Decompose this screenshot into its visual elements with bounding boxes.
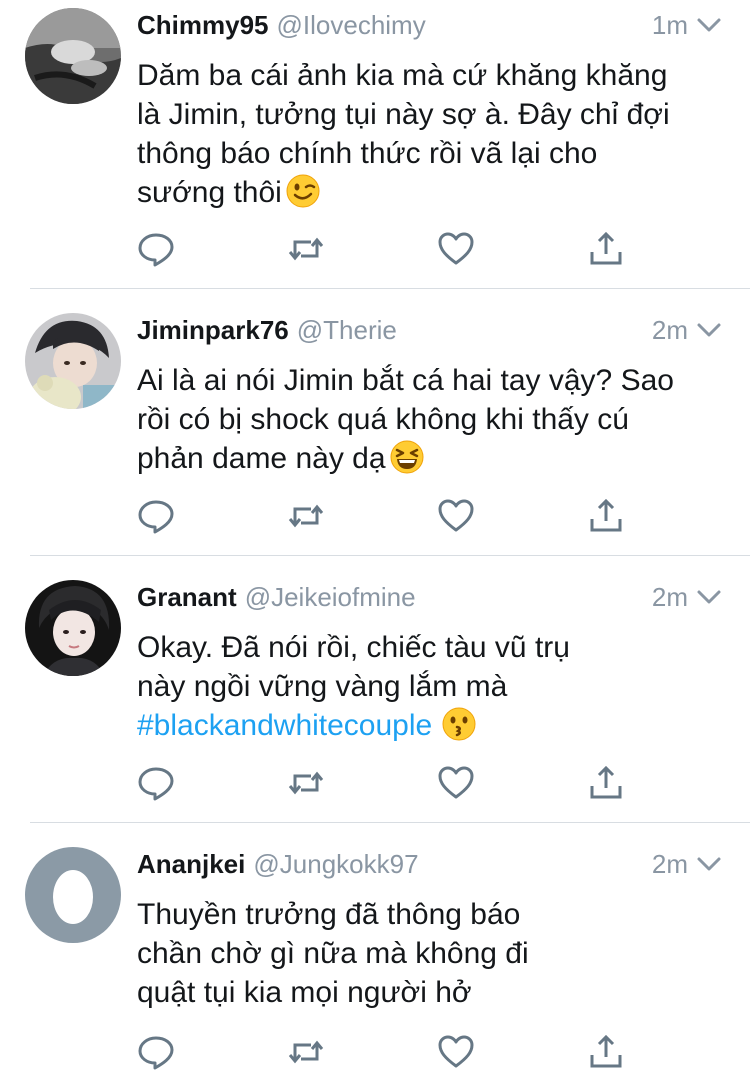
- username[interactable]: @Jeikeiofmine: [245, 582, 416, 612]
- reply-icon[interactable]: [137, 764, 175, 802]
- tweet-text-line: này ngồi vững vàng lắm mà: [137, 670, 508, 703]
- tweet-text-line: Thuyền trưởng đã thông báo: [137, 898, 521, 931]
- chevron-down-icon[interactable]: [696, 855, 722, 873]
- tweet-actions: [137, 1033, 637, 1073]
- avatar[interactable]: [25, 313, 121, 409]
- like-heart-icon[interactable]: [437, 230, 475, 268]
- username[interactable]: @Jungkokk97: [253, 849, 418, 879]
- like-heart-icon[interactable]: [437, 1033, 475, 1071]
- tweet-text-line: #blackandwhitecouple: [137, 706, 727, 745]
- avatar[interactable]: [25, 847, 121, 943]
- tweet-actions: [137, 230, 637, 270]
- like-heart-icon[interactable]: [437, 497, 475, 535]
- tweet-text-line: Okay. Đã nói rồi, chiếc tàu vũ trụ: [137, 631, 570, 664]
- display-name[interactable]: Granant: [137, 582, 237, 612]
- tweet-text: Okay. Đã nói rồi, chiếc tàu vũ trụ này n…: [137, 628, 727, 745]
- tweet-text-fragment: sướng thôi: [137, 176, 282, 209]
- tweet[interactable]: Jiminpark76 @Therie 2m Ai là ai nói Jimin…: [0, 289, 750, 555]
- tweet-text-line: thông báo chính thức rồi vã lại cho: [137, 137, 598, 170]
- retweet-icon[interactable]: [287, 764, 325, 802]
- tweet-text-line: quật tụi kia mọi người hở: [137, 976, 472, 1009]
- display-name[interactable]: Jiminpark76: [137, 315, 289, 345]
- avatar[interactable]: [25, 580, 121, 676]
- timestamp[interactable]: 1m: [652, 10, 688, 41]
- retweet-icon[interactable]: [287, 497, 325, 535]
- tweet-header: Chimmy95 @Ilovechimy 1m: [137, 10, 722, 50]
- display-name[interactable]: Chimmy95: [137, 10, 269, 40]
- reply-icon[interactable]: [137, 497, 175, 535]
- tweet[interactable]: Chimmy95 @Ilovechimy 1m Dăm ba cái ảnh ki…: [0, 0, 750, 288]
- timestamp[interactable]: 2m: [652, 582, 688, 613]
- tweet-header: Granant @Jeikeiofmine 2m: [137, 582, 722, 622]
- tweet-actions: [137, 764, 637, 804]
- username[interactable]: @Ilovechimy: [277, 10, 426, 40]
- chevron-down-icon[interactable]: [696, 588, 722, 606]
- reply-icon[interactable]: [137, 1033, 175, 1071]
- share-icon[interactable]: [587, 497, 625, 535]
- tweet-text: Thuyền trưởng đã thông báo chần chờ gì n…: [137, 895, 727, 1012]
- like-heart-icon[interactable]: [437, 764, 475, 802]
- tweet[interactable]: Granant @Jeikeiofmine 2m Okay. Đã nói rồi…: [0, 556, 750, 822]
- retweet-icon[interactable]: [287, 230, 325, 268]
- tweet-text-line: phản dame này dạ: [137, 439, 727, 478]
- share-icon[interactable]: [587, 1033, 625, 1071]
- share-icon[interactable]: [587, 230, 625, 268]
- hashtag-link[interactable]: #blackandwhitecouple: [137, 709, 432, 742]
- tweet-feed: Chimmy95 @Ilovechimy 1m Dăm ba cái ảnh ki…: [0, 0, 750, 1070]
- tweet-text: Dăm ba cái ảnh kia mà cứ khăng khăng là …: [137, 56, 727, 212]
- tweet-actions: [137, 497, 637, 537]
- tweet-text-line: chần chờ gì nữa mà không đi: [137, 937, 529, 970]
- tweet-text-fragment: phản dame này dạ: [137, 442, 386, 475]
- tweet-text-line: Dăm ba cái ảnh kia mà cứ khăng khăng: [137, 59, 668, 92]
- winking-face-emoji-icon: [286, 174, 320, 208]
- avatar[interactable]: [25, 8, 121, 104]
- username[interactable]: @Therie: [297, 315, 397, 345]
- tweet-text-line: là Jimin, tưởng tụi này sợ à. Đây chỉ đợ…: [137, 98, 670, 131]
- timestamp[interactable]: 2m: [652, 315, 688, 346]
- tweet-header: Jiminpark76 @Therie 2m: [137, 315, 722, 355]
- tweet-text: Ai là ai nói Jimin bắt cá hai tay vậy? S…: [137, 361, 727, 478]
- reply-icon[interactable]: [137, 230, 175, 268]
- grinning-squinting-face-emoji-icon: [390, 440, 424, 474]
- display-name[interactable]: Ananjkei: [137, 849, 245, 879]
- kissing-face-emoji-icon: [442, 707, 476, 741]
- chevron-down-icon[interactable]: [696, 321, 722, 339]
- tweet-header: Ananjkei @Jungkokk97 2m: [137, 849, 722, 889]
- retweet-icon[interactable]: [287, 1033, 325, 1071]
- tweet-text-line: sướng thôi: [137, 173, 727, 212]
- tweet-text-line: rồi có bị shock quá không khi thấy cú: [137, 403, 629, 436]
- chevron-down-icon[interactable]: [696, 16, 722, 34]
- tweet[interactable]: Ananjkei @Jungkokk97 2m Thuyền trưởng đã …: [0, 823, 750, 1070]
- share-icon[interactable]: [587, 764, 625, 802]
- timestamp[interactable]: 2m: [652, 849, 688, 880]
- tweet-text-line: Ai là ai nói Jimin bắt cá hai tay vậy? S…: [137, 364, 674, 397]
